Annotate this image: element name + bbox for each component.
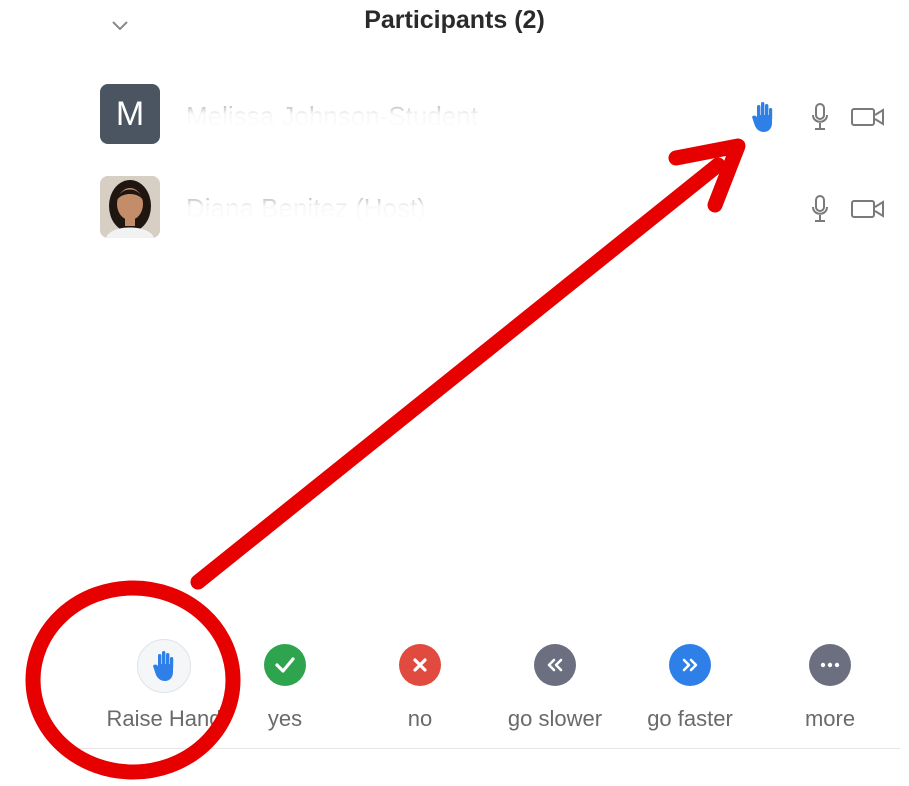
participant-name: Diana Benitez (Host): [186, 190, 536, 226]
go-slower-button[interactable]: go slower: [485, 632, 625, 740]
raise-hand-circle: [137, 639, 191, 693]
participant-row[interactable]: Diana Benitez (Host): [100, 176, 900, 238]
x-icon: [413, 658, 427, 672]
video-button[interactable]: [850, 100, 886, 134]
raised-hand-icon: [752, 102, 773, 132]
go-faster-button[interactable]: go faster: [620, 632, 760, 740]
video-camera-icon: [851, 200, 884, 218]
no-label: no: [407, 706, 433, 731]
go-slower-label: go slower: [507, 706, 603, 731]
microphone-icon: [812, 195, 828, 222]
go-faster-circle: [669, 644, 711, 686]
video-camera-icon: [851, 108, 884, 126]
no-button[interactable]: no: [350, 632, 490, 740]
fast-forward-icon: [682, 658, 698, 672]
microphone-icon: [812, 103, 828, 130]
avatar: M: [100, 84, 160, 144]
raised-hand-icon: [153, 651, 174, 681]
more-circle: [809, 644, 851, 686]
mic-button[interactable]: [802, 100, 838, 134]
participant-name: Melissa Johnson-Student: [186, 98, 536, 134]
avatar: [100, 176, 160, 238]
go-faster-label: go faster: [647, 706, 733, 731]
yes-label: yes: [267, 706, 303, 731]
participant-row[interactable]: M Melissa Johnson-Student: [100, 84, 900, 146]
no-circle: [399, 644, 441, 686]
check-icon: [275, 657, 295, 673]
reactions-bar: Raise Hand yes no go slower go faster mo…: [60, 632, 900, 749]
more-dots-icon: [820, 662, 840, 668]
more-label: more: [804, 706, 856, 731]
yes-button[interactable]: yes: [215, 632, 355, 740]
yes-circle: [264, 644, 306, 686]
avatar-photo-image: [100, 176, 160, 238]
raised-hand-indicator: [745, 100, 781, 134]
mic-button[interactable]: [802, 192, 838, 226]
avatar-initial: M: [115, 94, 145, 133]
raise-hand-button[interactable]: Raise Hand: [94, 632, 234, 740]
panel-title: Participants (2): [364, 6, 545, 34]
rewind-icon: [547, 658, 563, 672]
video-button[interactable]: [850, 192, 886, 226]
raise-hand-label: Raise Hand: [106, 706, 222, 731]
participants-header: Participants (2): [0, 0, 909, 52]
more-button[interactable]: more: [760, 632, 900, 740]
go-slower-circle: [534, 644, 576, 686]
